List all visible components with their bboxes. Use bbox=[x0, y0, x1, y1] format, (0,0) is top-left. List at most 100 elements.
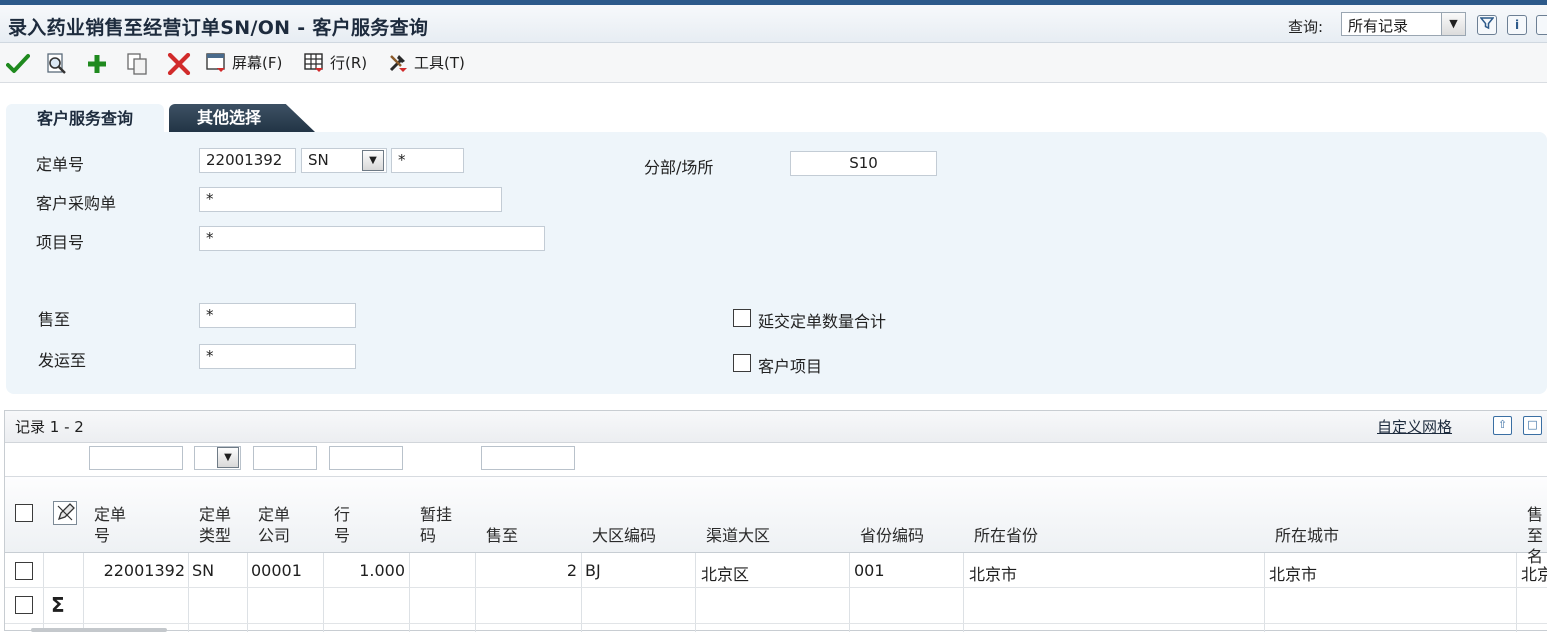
header-line-2: 号 bbox=[334, 526, 351, 545]
edit-pencil-icon[interactable] bbox=[53, 501, 77, 525]
header-line-1: 定单 bbox=[258, 505, 291, 524]
col-city-header[interactable]: 所在城市 bbox=[1275, 525, 1339, 546]
toolbar: 屏幕(F) 行(R) 工具(T) bbox=[0, 43, 1547, 83]
tools-menu-label: 工具(T) bbox=[414, 54, 465, 72]
row-menu-label: 行(R) bbox=[330, 54, 368, 72]
ship-to-label: 发运至 bbox=[38, 351, 87, 370]
row-menu-button[interactable]: 行(R) bbox=[304, 51, 367, 75]
query-select[interactable]: 所有记录 ▼ bbox=[1341, 12, 1466, 36]
header-line-1: 行 bbox=[334, 505, 351, 524]
customer-item-label: 客户项目 bbox=[758, 357, 823, 376]
query-select-value: 所有记录 bbox=[1348, 17, 1409, 35]
query-label: 查询: bbox=[1288, 18, 1324, 36]
col-hold-code-header[interactable]: 暂挂码 bbox=[420, 504, 452, 546]
window-icon[interactable] bbox=[1536, 15, 1547, 35]
header-line-1: 售至 bbox=[1527, 505, 1544, 545]
copy-icon bbox=[127, 52, 147, 75]
screen-menu-button[interactable]: 屏幕(F) bbox=[206, 51, 282, 75]
cell-region-code: BJ bbox=[585, 561, 601, 580]
table-row[interactable]: 22001392 SN 00001 1.000 2 BJ 北京区 001 北京市… bbox=[5, 554, 1547, 588]
backorder-total-checkbox[interactable] bbox=[733, 309, 751, 327]
header-line-1: 暂挂 bbox=[420, 505, 453, 524]
horizontal-scrollbar[interactable] bbox=[31, 628, 167, 632]
export-icon[interactable]: ⇧ bbox=[1493, 416, 1512, 435]
ship-to-field[interactable]: * bbox=[199, 344, 356, 369]
title-bar: 录入药业销售至经营订单SN/ON - 客户服务查询 查询: 所有记录 ▼ i bbox=[0, 5, 1547, 43]
customer-po-label: 客户采购单 bbox=[36, 194, 117, 213]
tools-menu-button[interactable]: 工具(T) bbox=[388, 51, 465, 75]
grid-header-bar: 记录 1 - 2 自定义网格 ⇧ □ bbox=[5, 411, 1547, 443]
cell-province: 北京市 bbox=[969, 565, 1018, 584]
header-line-2: 类型 bbox=[199, 526, 232, 545]
chevron-down-icon[interactable]: ▼ bbox=[217, 447, 239, 468]
tab-other-selections[interactable]: 其他选择 bbox=[169, 104, 315, 132]
cell-sold-to: 2 bbox=[566, 561, 577, 580]
filter-sold-to[interactable] bbox=[481, 446, 575, 470]
col-province-code-header[interactable]: 省份编码 bbox=[860, 525, 924, 546]
add-button[interactable] bbox=[86, 51, 108, 75]
item-no-label: 项目号 bbox=[36, 233, 85, 252]
sum-icon: Σ bbox=[51, 593, 65, 617]
order-company-field[interactable]: * bbox=[391, 148, 464, 173]
col-channel-region-header[interactable]: 渠道大区 bbox=[706, 525, 770, 546]
col-order-company-header[interactable]: 定单 公司 bbox=[258, 504, 290, 546]
record-count: 记录 1 - 2 bbox=[15, 418, 84, 436]
order-no-field[interactable]: 22001392 bbox=[199, 148, 296, 173]
results-grid: 记录 1 - 2 自定义网格 ⇧ □ ▼ 定单号 定单 类型 定单 公司 行号 暂挂… bbox=[4, 410, 1547, 632]
tab-customer-service-inquiry[interactable]: 客户服务查询 bbox=[6, 104, 164, 134]
col-region-code-header[interactable]: 大区编码 bbox=[592, 525, 656, 546]
plus-icon bbox=[88, 54, 106, 73]
totals-row-checkbox[interactable] bbox=[15, 596, 33, 614]
cell-province-code: 001 bbox=[854, 561, 885, 580]
info-icon[interactable]: i bbox=[1507, 15, 1527, 35]
screen-menu-label: 屏幕(F) bbox=[232, 54, 283, 72]
customer-item-checkbox[interactable] bbox=[733, 354, 751, 372]
cell-line-no: 1.000 bbox=[359, 561, 405, 580]
screen-icon bbox=[206, 53, 225, 72]
customer-po-field[interactable]: * bbox=[199, 187, 502, 212]
cell-order-type: SN bbox=[192, 561, 215, 580]
cell-city: 北京市 bbox=[1269, 565, 1318, 584]
backorder-total-label: 延交定单数量合计 bbox=[758, 312, 887, 331]
delete-button[interactable] bbox=[167, 51, 191, 75]
header-line-1: 定单 bbox=[199, 505, 232, 524]
sold-to-field[interactable]: * bbox=[199, 303, 356, 328]
find-button[interactable] bbox=[44, 51, 70, 75]
col-order-type-header[interactable]: 定单 类型 bbox=[199, 504, 231, 546]
grid-rows-icon bbox=[304, 53, 323, 72]
filter-icon[interactable] bbox=[1477, 15, 1497, 35]
cell-sold-to-name: 北京 bbox=[1521, 565, 1547, 584]
header-line-2: 号 bbox=[94, 526, 111, 545]
header-line-2: 公司 bbox=[258, 526, 291, 545]
chevron-down-icon[interactable]: ▼ bbox=[362, 150, 384, 171]
cell-channel-region: 北京区 bbox=[701, 565, 750, 584]
col-order-no-header[interactable]: 定单号 bbox=[94, 504, 126, 546]
order-type-value: SN bbox=[308, 151, 329, 169]
grid-filter-row: ▼ bbox=[5, 443, 1547, 477]
checkmark-icon bbox=[6, 53, 30, 73]
page-title: 录入药业销售至经营订单SN/ON - 客户服务查询 bbox=[8, 17, 429, 39]
filter-order-no[interactable] bbox=[89, 446, 183, 470]
copy-button[interactable] bbox=[125, 51, 149, 75]
cell-order-no: 22001392 bbox=[103, 561, 185, 580]
find-icon bbox=[47, 52, 66, 74]
sold-to-label: 售至 bbox=[38, 310, 71, 329]
filter-order-company[interactable] bbox=[253, 446, 317, 470]
filter-line-no[interactable] bbox=[329, 446, 403, 470]
row-select-checkbox[interactable] bbox=[15, 562, 33, 580]
customize-grid-link[interactable]: 自定义网格 bbox=[1377, 416, 1452, 437]
ok-button[interactable] bbox=[6, 51, 30, 75]
col-province-header[interactable]: 所在省份 bbox=[974, 525, 1038, 546]
tab-bar: 客户服务查询 其他选择 bbox=[0, 100, 1547, 134]
totals-row: Σ bbox=[5, 588, 1547, 624]
branch-field[interactable]: S10 bbox=[790, 151, 937, 176]
header-line-2: 码 bbox=[420, 526, 437, 545]
item-no-field[interactable]: * bbox=[199, 226, 545, 251]
chevron-down-icon[interactable]: ▼ bbox=[1441, 13, 1465, 35]
col-line-no-header[interactable]: 行号 bbox=[334, 504, 350, 546]
branch-label: 分部/场所 bbox=[644, 158, 714, 177]
col-sold-to-header[interactable]: 售至 bbox=[486, 525, 518, 546]
maximize-icon[interactable]: □ bbox=[1523, 416, 1542, 435]
select-all-checkbox[interactable] bbox=[15, 504, 33, 522]
delete-x-icon bbox=[167, 52, 191, 75]
